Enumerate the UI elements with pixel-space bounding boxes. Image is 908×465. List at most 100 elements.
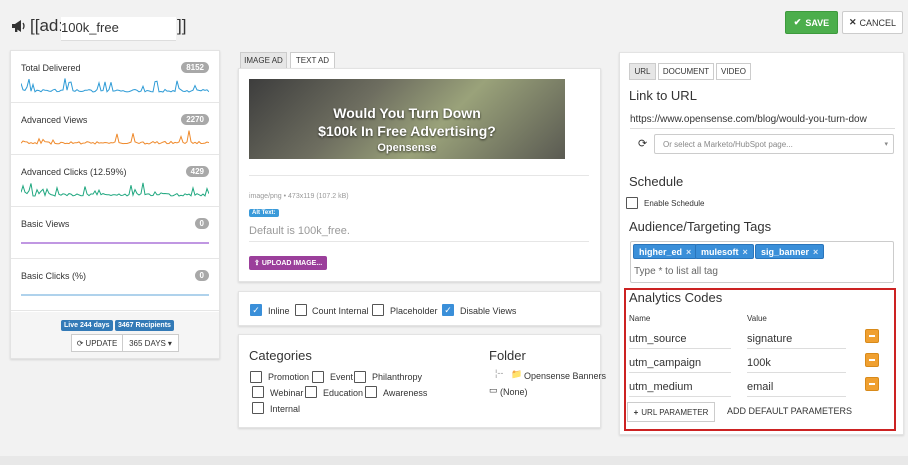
category-label: Philanthropy xyxy=(372,372,423,382)
param-name-input[interactable]: utm_source xyxy=(629,333,686,345)
stats-panel: Total Delivered 8152 Advanced Views 2270… xyxy=(10,50,220,359)
category-label: Promotion xyxy=(268,372,310,382)
save-button[interactable]: ✔ SAVE xyxy=(785,11,838,34)
marketo-placeholder: Or select a Marketo/HubSpot page... xyxy=(663,140,793,149)
stat-basic-clicks[interactable]: Basic Clicks (%) 0 xyxy=(11,259,219,311)
category-label: Education xyxy=(323,388,364,398)
category-checkbox-event[interactable] xyxy=(312,371,324,383)
enable-schedule-label: Enable Schedule xyxy=(644,199,705,208)
tag-sig-banner[interactable]: sig_banner × xyxy=(755,244,825,259)
update-button[interactable]: ⟳ UPDATE xyxy=(71,334,123,352)
tag-higher-ed[interactable]: higher_ed × xyxy=(633,244,698,259)
stats-footer: Live 244 days 3467 Recipients ⟳ UPDATE 3… xyxy=(11,312,219,358)
tab-document[interactable]: DOCUMENT xyxy=(658,63,714,80)
remove-tag-icon[interactable]: × xyxy=(743,247,748,257)
remove-tag-icon[interactable]: × xyxy=(686,247,691,257)
close-icon: ✕ xyxy=(848,17,857,27)
category-checkbox-internal[interactable] xyxy=(252,402,264,414)
category-checkbox-awareness[interactable] xyxy=(365,386,377,398)
param-name-input[interactable]: utm_campaign xyxy=(629,357,701,369)
param-name-input[interactable]: utm_medium xyxy=(629,381,693,393)
count-internal-checkbox[interactable] xyxy=(295,304,307,316)
inline-checkbox[interactable]: ✓ xyxy=(250,304,262,316)
disable-views-checkbox[interactable]: ✓ xyxy=(442,304,454,316)
ad-brand: Opensense xyxy=(377,142,437,154)
url-input[interactable]: https://www.opensense.com/blog/would-you… xyxy=(630,114,895,125)
param-value-input[interactable]: email xyxy=(747,381,773,393)
stat-count-badge: 2270 xyxy=(181,114,209,125)
folder-item-opensense-banners[interactable]: Opensense Banners xyxy=(524,371,606,381)
refresh-icon: ⟳ xyxy=(76,338,84,348)
ad-image-preview: Would You Turn Down $100k In Free Advert… xyxy=(249,79,565,159)
add-default-parameters-link[interactable]: ADD DEFAULT PARAMETERS xyxy=(727,406,852,416)
value-column-header: Value xyxy=(747,314,767,323)
divider xyxy=(629,396,731,397)
update-label: UPDATE xyxy=(85,338,118,348)
divider xyxy=(630,128,895,129)
enable-schedule-checkbox[interactable] xyxy=(626,197,638,209)
placeholder-checkbox[interactable] xyxy=(372,304,384,316)
targeting-title: Audience/Targeting Tags xyxy=(629,219,772,234)
bottom-bar xyxy=(0,456,908,465)
category-label: Event xyxy=(330,372,354,382)
param-value-input[interactable]: signature xyxy=(747,333,792,345)
ad-tag-suffix: ]] xyxy=(177,16,187,35)
image-meta: image/png • 473x119 (107.2 kB) xyxy=(249,193,349,200)
divider xyxy=(629,372,731,373)
ad-name-input[interactable] xyxy=(61,17,176,41)
param-value-input[interactable]: 100k xyxy=(747,357,771,369)
remove-param-button[interactable] xyxy=(865,377,879,391)
tag-mulesoft[interactable]: mulesoft × xyxy=(695,244,754,259)
stat-count-badge: 0 xyxy=(194,218,209,229)
tree-branch-icon: ¦-- xyxy=(495,368,504,378)
divider xyxy=(747,372,846,373)
stat-advanced-clicks[interactable]: Advanced Clicks (12.59%) 429 xyxy=(11,155,219,207)
folder-title: Folder xyxy=(489,348,526,363)
count-internal-label: Count Internal xyxy=(312,306,369,316)
add-url-parameter-button[interactable]: + URL PARAMETER xyxy=(627,402,715,422)
remove-tag-icon[interactable]: × xyxy=(813,247,818,257)
category-checkbox-education[interactable] xyxy=(305,386,317,398)
stat-basic-views[interactable]: Basic Views 0 xyxy=(11,207,219,259)
stat-label: Total Delivered xyxy=(21,63,81,73)
category-checkbox-webinar[interactable] xyxy=(252,386,264,398)
tab-video[interactable]: VIDEO xyxy=(716,63,751,80)
stat-advanced-views[interactable]: Advanced Views 2270 xyxy=(11,103,219,155)
disable-views-label: Disable Views xyxy=(460,306,517,316)
divider xyxy=(249,241,589,242)
sparkline xyxy=(21,294,209,296)
alt-text-input[interactable]: Default is 100k_free. xyxy=(249,225,350,237)
marketo-page-select[interactable]: Or select a Marketo/HubSpot page... ▾ xyxy=(654,134,894,154)
folder-icon: 📁 xyxy=(511,369,523,379)
cancel-button[interactable]: ✕ CANCEL xyxy=(842,11,903,34)
category-label: Internal xyxy=(270,404,301,414)
remove-param-button[interactable] xyxy=(865,353,879,367)
schedule-title: Schedule xyxy=(629,174,684,189)
cancel-label: CANCEL xyxy=(859,17,897,28)
upload-image-button[interactable]: ⇪ UPLOAD IMAGE... xyxy=(249,256,328,270)
tab-text-ad[interactable]: TEXT AD xyxy=(290,52,335,69)
ad-headline-2: $100k In Free Advertising? xyxy=(318,123,496,139)
upload-icon: ⇪ xyxy=(254,260,260,267)
category-checkbox-promotion[interactable] xyxy=(250,371,262,383)
refresh-icon[interactable]: ⟳ xyxy=(638,137,647,150)
stat-label: Advanced Views xyxy=(21,115,88,125)
folder-open-icon: ▭ xyxy=(489,385,498,395)
placeholder-label: Placeholder xyxy=(390,306,438,316)
category-checkbox-philanthropy[interactable] xyxy=(354,371,366,383)
divider xyxy=(629,348,731,349)
tags-input[interactable]: higher_ed × mulesoft × sig_banner × Type * … xyxy=(630,241,894,283)
stat-label: Basic Views xyxy=(21,219,70,229)
days-range-dropdown[interactable]: 365 DAYS ▾ xyxy=(122,334,179,352)
sparkline xyxy=(21,182,209,197)
remove-param-button[interactable] xyxy=(865,329,879,343)
tab-image-ad[interactable]: IMAGE AD xyxy=(240,52,287,69)
tab-url[interactable]: URL xyxy=(629,63,656,80)
divider xyxy=(747,348,846,349)
inline-label: Inline xyxy=(268,306,290,316)
categories-title: Categories xyxy=(249,348,312,363)
megaphone-icon xyxy=(12,20,25,32)
folder-item-none[interactable]: (None) xyxy=(500,387,528,397)
divider xyxy=(249,175,589,176)
stat-total-delivered[interactable]: Total Delivered 8152 xyxy=(11,51,219,103)
